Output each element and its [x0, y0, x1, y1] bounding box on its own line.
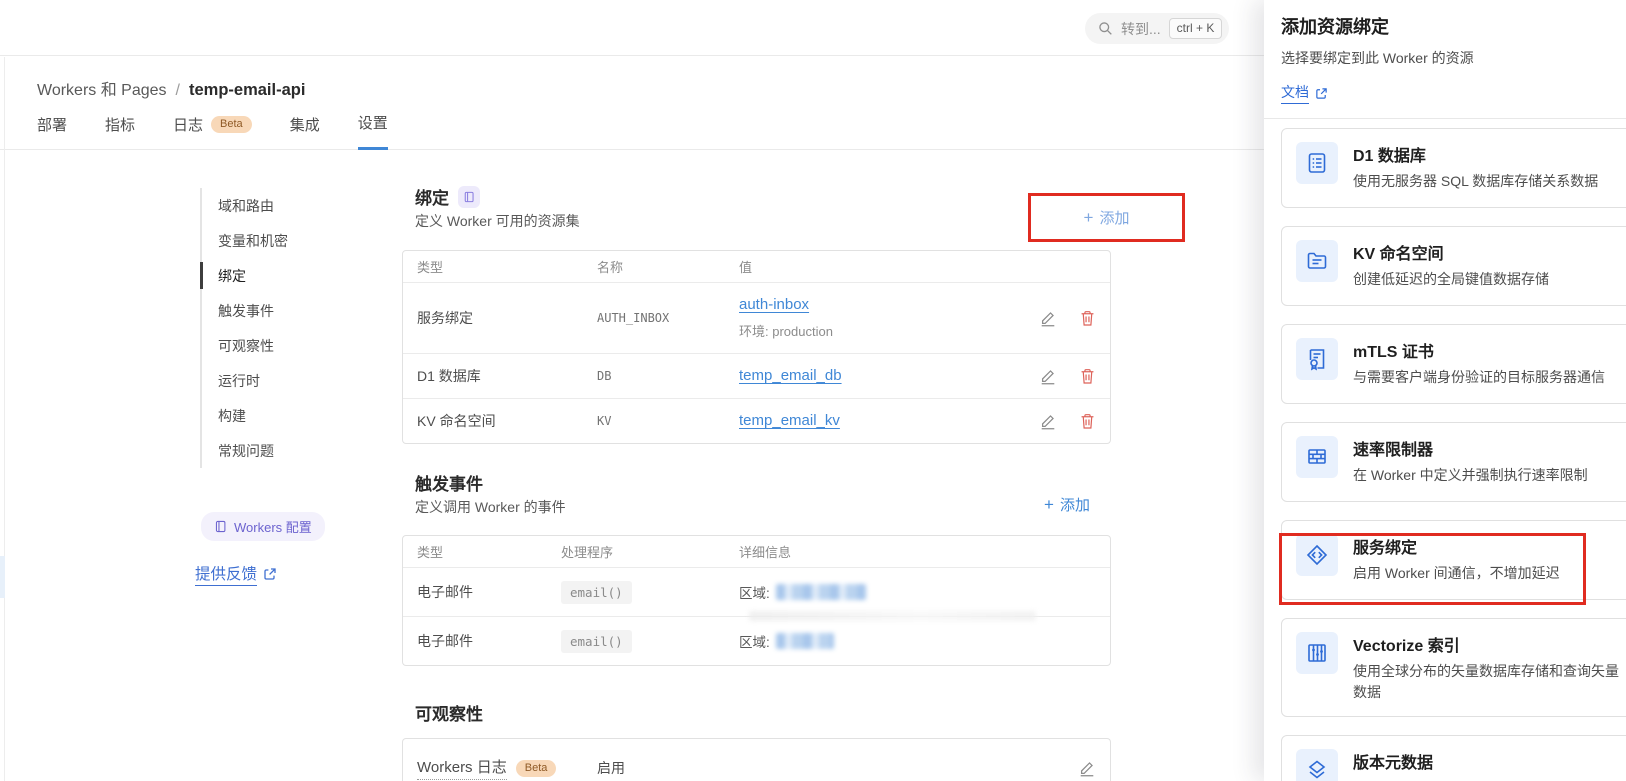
table-row-workers-logs: Workers 日志 Beta 启用: [403, 739, 1110, 781]
version-metadata-icon: [1296, 749, 1338, 781]
card-mtls-certificate[interactable]: mTLS 证书 与需要客户端身份验证的目标服务器通信: [1281, 324, 1626, 404]
breadcrumb-workers-pages[interactable]: Workers 和 Pages: [37, 82, 167, 99]
workers-config-badge[interactable]: Workers 配置: [201, 512, 325, 541]
observability-section-title: 可观察性: [415, 700, 483, 725]
bindings-config-icon: [458, 186, 480, 208]
nav-item-general[interactable]: 常规问题: [202, 433, 288, 468]
docs-link[interactable]: 文档: [1281, 82, 1328, 104]
panel-divider: [1264, 118, 1626, 119]
external-link-icon: [263, 567, 277, 581]
nav-item-variables-secrets[interactable]: 变量和机密: [202, 223, 288, 258]
triggers-section-subtitle: 定义调用 Worker 的事件: [415, 497, 566, 517]
external-link-icon: [1315, 87, 1328, 100]
feedback-link[interactable]: 提供反馈: [195, 562, 277, 586]
plus-icon: +: [1084, 209, 1094, 226]
delete-icon[interactable]: [1079, 309, 1096, 327]
tab-settings[interactable]: 设置: [358, 112, 388, 150]
beta-badge: Beta: [211, 116, 252, 133]
nav-item-runtime[interactable]: 运行时: [202, 363, 288, 398]
breadcrumb: Workers 和 Pages / temp-email-api: [37, 76, 305, 100]
binding-value-link[interactable]: auth-inbox: [739, 296, 809, 313]
card-rate-limiter[interactable]: 速率限制器 在 Worker 中定义并强制执行速率限制: [1281, 422, 1626, 502]
card-d1-database[interactable]: D1 数据库 使用无服务器 SQL 数据库存储关系数据: [1281, 128, 1626, 208]
table-row-service-binding: 服务绑定 AUTH_INBOX auth-inbox 环境: productio…: [403, 282, 1110, 353]
triggers-add-button[interactable]: + 添加: [1044, 494, 1090, 515]
resource-card-list: D1 数据库 使用无服务器 SQL 数据库存储关系数据 KV 命名空间 创建低延…: [1281, 128, 1626, 781]
handler-code-chip: email(): [561, 630, 632, 653]
vectorize-index-icon: [1296, 632, 1338, 674]
nav-item-triggers[interactable]: 触发事件: [202, 293, 288, 328]
d1-database-icon: [1296, 142, 1338, 184]
workers-logs-label[interactable]: Workers 日志: [417, 756, 507, 780]
nav-item-builds[interactable]: 构建: [202, 398, 288, 433]
tab-logs[interactable]: 日志Beta: [173, 112, 252, 150]
page-left-border: [4, 57, 5, 781]
binding-value-link[interactable]: temp_email_kv: [739, 412, 840, 429]
rate-limiter-icon: [1296, 436, 1338, 478]
triggers-section-title: 触发事件: [415, 470, 483, 495]
worker-tabs: 部署 指标 日志Beta 集成 设置: [37, 112, 388, 150]
plus-icon: +: [1044, 496, 1054, 513]
nav-item-domains-routes[interactable]: 域和路由: [202, 188, 288, 223]
breadcrumb-separator: /: [176, 82, 180, 99]
card-version-metadata[interactable]: 版本元数据: [1281, 735, 1626, 781]
workers-logs-status: 启用: [597, 758, 1056, 778]
handler-code-chip: email(): [561, 581, 632, 604]
triggers-table: 类型 处理程序 详细信息 电子邮件 email() 区域: 电子邮件 email…: [402, 535, 1111, 666]
table-row-d1-binding: D1 数据库 DB temp_email_db: [403, 353, 1110, 398]
search-input[interactable]: 转到... ctrl + K: [1085, 13, 1229, 44]
redacted-zone-value: [776, 584, 866, 600]
edit-icon[interactable]: [1039, 367, 1057, 385]
tab-deploy[interactable]: 部署: [37, 112, 67, 150]
binding-environment-note: 环境: production: [739, 321, 1018, 340]
table-row-email-trigger: 电子邮件 email() 区域:: [403, 616, 1110, 665]
collapsed-nav-highlight: [0, 556, 5, 598]
triggers-table-header: 类型 处理程序 详细信息: [403, 536, 1110, 567]
redacted-zone-value: [776, 633, 834, 649]
page-title: temp-email-api: [189, 81, 305, 99]
book-icon: [214, 520, 227, 533]
tab-integrations[interactable]: 集成: [290, 112, 320, 150]
add-resource-binding-panel: 添加资源绑定 选择要绑定到此 Worker 的资源 文档 D1 数据库 使用无服…: [1264, 0, 1626, 781]
delete-icon[interactable]: [1079, 412, 1096, 430]
settings-nav: 域和路由 变量和机密 绑定 触发事件 可观察性 运行时 构建 常规问题: [200, 188, 288, 468]
observability-table: Workers 日志 Beta 启用: [402, 738, 1111, 781]
panel-title: 添加资源绑定: [1281, 13, 1626, 39]
bindings-table: 类型 名称 值 服务绑定 AUTH_INBOX auth-inbox 环境: p…: [402, 250, 1111, 444]
edit-icon[interactable]: [1039, 412, 1057, 430]
nav-item-observability[interactable]: 可观察性: [202, 328, 288, 363]
search-shortcut-badge: ctrl + K: [1169, 18, 1223, 38]
search-icon: [1098, 21, 1113, 36]
cloudflare-workers-settings-page: 转到... ctrl + K Workers 和 Pages / temp-emai…: [0, 0, 1626, 781]
edit-icon[interactable]: [1039, 309, 1057, 327]
beta-badge: Beta: [516, 760, 557, 777]
tab-metrics[interactable]: 指标: [105, 112, 135, 150]
binding-value-link[interactable]: temp_email_db: [739, 367, 842, 384]
service-binding-icon: [1296, 534, 1338, 576]
nav-item-bindings[interactable]: 绑定: [202, 258, 288, 293]
bindings-section-title: 绑定: [415, 184, 480, 209]
search-placeholder: 转到...: [1121, 19, 1161, 39]
mtls-certificate-icon: [1296, 338, 1338, 380]
delete-icon[interactable]: [1079, 367, 1096, 385]
card-kv-namespace[interactable]: KV 命名空间 创建低延迟的全局键值数据存储: [1281, 226, 1626, 306]
table-row-kv-binding: KV 命名空间 KV temp_email_kv: [403, 398, 1110, 443]
bindings-section-subtitle: 定义 Worker 可用的资源集: [415, 211, 580, 231]
table-row-email-trigger: 电子邮件 email() 区域:: [403, 567, 1110, 616]
bindings-table-header: 类型 名称 值: [403, 251, 1110, 282]
kv-namespace-icon: [1296, 240, 1338, 282]
redacted-region: [749, 611, 1036, 621]
card-vectorize-index[interactable]: Vectorize 索引 使用全球分布的矢量数据库存储和查询矢量数据: [1281, 618, 1626, 717]
edit-icon[interactable]: [1078, 759, 1096, 777]
panel-subtitle: 选择要绑定到此 Worker 的资源: [1281, 48, 1626, 68]
bindings-add-button[interactable]: + 添加: [1028, 193, 1185, 242]
card-service-binding[interactable]: 服务绑定 启用 Worker 间通信，不增加延迟: [1281, 520, 1626, 600]
